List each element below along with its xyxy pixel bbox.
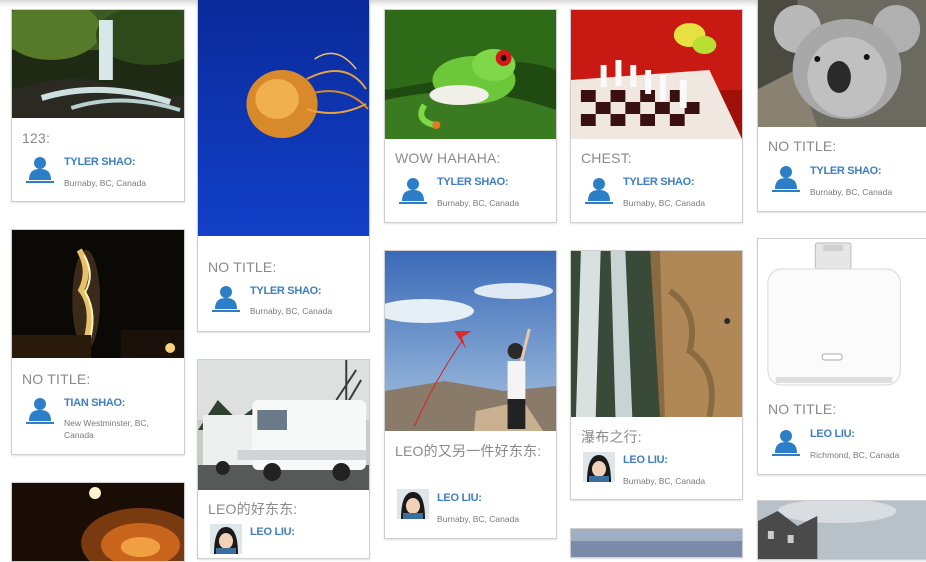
card-title: NO TITLE:	[22, 371, 91, 387]
photo-card[interactable]: 123: TYLER SHAO: Burnaby, BC, Canada	[11, 9, 185, 202]
vans-photo[interactable]	[198, 360, 369, 490]
photo-card[interactable]: NO TITLE: LEO LIU: Richmond, BC, Canada	[757, 238, 926, 475]
username-link[interactable]: TYLER SHAO:	[64, 156, 136, 168]
card-title: LEO的又另一件好东东:	[395, 443, 542, 459]
photo-card[interactable]	[757, 500, 926, 560]
card-title: NO TITLE:	[768, 401, 837, 417]
username-link[interactable]: LEO LIU:	[810, 428, 855, 440]
card-title: NO TITLE:	[208, 259, 277, 275]
username-link[interactable]: LEO LIU:	[623, 454, 668, 466]
cliff-waterfall-photo[interactable]	[571, 251, 742, 417]
partial-photo[interactable]	[571, 529, 742, 557]
username-link[interactable]: TIAN SHAO:	[64, 397, 125, 409]
photo-card[interactable]	[11, 482, 185, 562]
location-text: Burnaby, BC, Canada	[64, 178, 147, 188]
kite-photo[interactable]	[385, 251, 556, 431]
location-text: Richmond, BC, Canada	[810, 450, 900, 460]
location-text: Burnaby, BC, Canada	[623, 198, 706, 208]
location-text: Burnaby, BC, Canada	[810, 187, 893, 197]
fire-photo[interactable]	[12, 230, 184, 358]
username-link[interactable]: TYLER SHAO:	[250, 285, 322, 297]
card-title: CHEST:	[581, 150, 632, 166]
person-silhouette-icon[interactable]	[210, 283, 242, 313]
location-text: Burnaby, BC, Canada	[437, 198, 520, 208]
photo-card[interactable]: LEO的又另一件好东东: LEO LIU: Burnaby, BC, Canad…	[384, 250, 557, 539]
leo-avatar-photo[interactable]	[210, 524, 242, 554]
location-text: Burnaby, BC, Canada	[623, 476, 706, 486]
leo-avatar-photo[interactable]	[583, 452, 615, 482]
card-title: WOW HAHAHA:	[395, 150, 501, 166]
photo-card[interactable]: NO TITLE: TYLER SHAO: Burnaby, BC, Canad…	[757, 0, 926, 212]
location-text: New Westminster, BC, Canada	[64, 418, 149, 440]
leo-avatar-photo[interactable]	[397, 489, 429, 519]
photo-card[interactable]	[570, 528, 743, 558]
username-link[interactable]: TYLER SHAO:	[810, 165, 882, 177]
chess-parrot-photo[interactable]	[571, 10, 742, 139]
photo-card[interactable]: WOW HAHAHA: TYLER SHAO: Burnaby, BC, Can…	[384, 9, 557, 223]
card-title: LEO的好东东:	[208, 501, 298, 517]
orange-light-photo[interactable]	[12, 483, 184, 561]
koala-photo[interactable]	[758, 0, 926, 127]
location-text: Burnaby, BC, Canada	[250, 306, 333, 316]
adapter-photo[interactable]	[758, 239, 926, 394]
card-title: 123:	[22, 130, 51, 146]
person-silhouette-icon[interactable]	[397, 175, 429, 205]
card-title: NO TITLE:	[768, 138, 837, 154]
username-link[interactable]: LEO LIU:	[437, 492, 482, 504]
person-silhouette-icon[interactable]	[770, 163, 802, 193]
photo-card[interactable]: CHEST: TYLER SHAO: Burnaby, BC, Canada	[570, 9, 743, 223]
person-silhouette-icon[interactable]	[24, 154, 56, 184]
username-link[interactable]: LEO LIU:	[250, 526, 295, 538]
waterfall-forest-photo[interactable]	[12, 10, 184, 118]
photo-card[interactable]: NO TITLE: TIAN SHAO: New Westminster, BC…	[11, 229, 185, 455]
person-silhouette-icon[interactable]	[770, 427, 802, 457]
username-link[interactable]: TYLER SHAO:	[437, 176, 509, 188]
photo-card[interactable]: LEO的好东东: LEO LIU:	[197, 359, 370, 559]
photo-card[interactable]: NO TITLE: TYLER SHAO: Burnaby, BC, Canad…	[197, 0, 370, 332]
photo-card[interactable]: 瀑布之行: LEO LIU: Burnaby, BC, Canada	[570, 250, 743, 500]
person-silhouette-icon[interactable]	[583, 175, 615, 205]
frog-photo[interactable]	[385, 10, 556, 139]
building-photo[interactable]	[758, 501, 926, 559]
person-silhouette-icon[interactable]	[24, 395, 56, 425]
card-title: 瀑布之行:	[581, 429, 642, 445]
jellyfish-photo[interactable]	[198, 0, 369, 236]
location-text: Burnaby, BC, Canada	[437, 514, 520, 524]
username-link[interactable]: TYLER SHAO:	[623, 176, 695, 188]
